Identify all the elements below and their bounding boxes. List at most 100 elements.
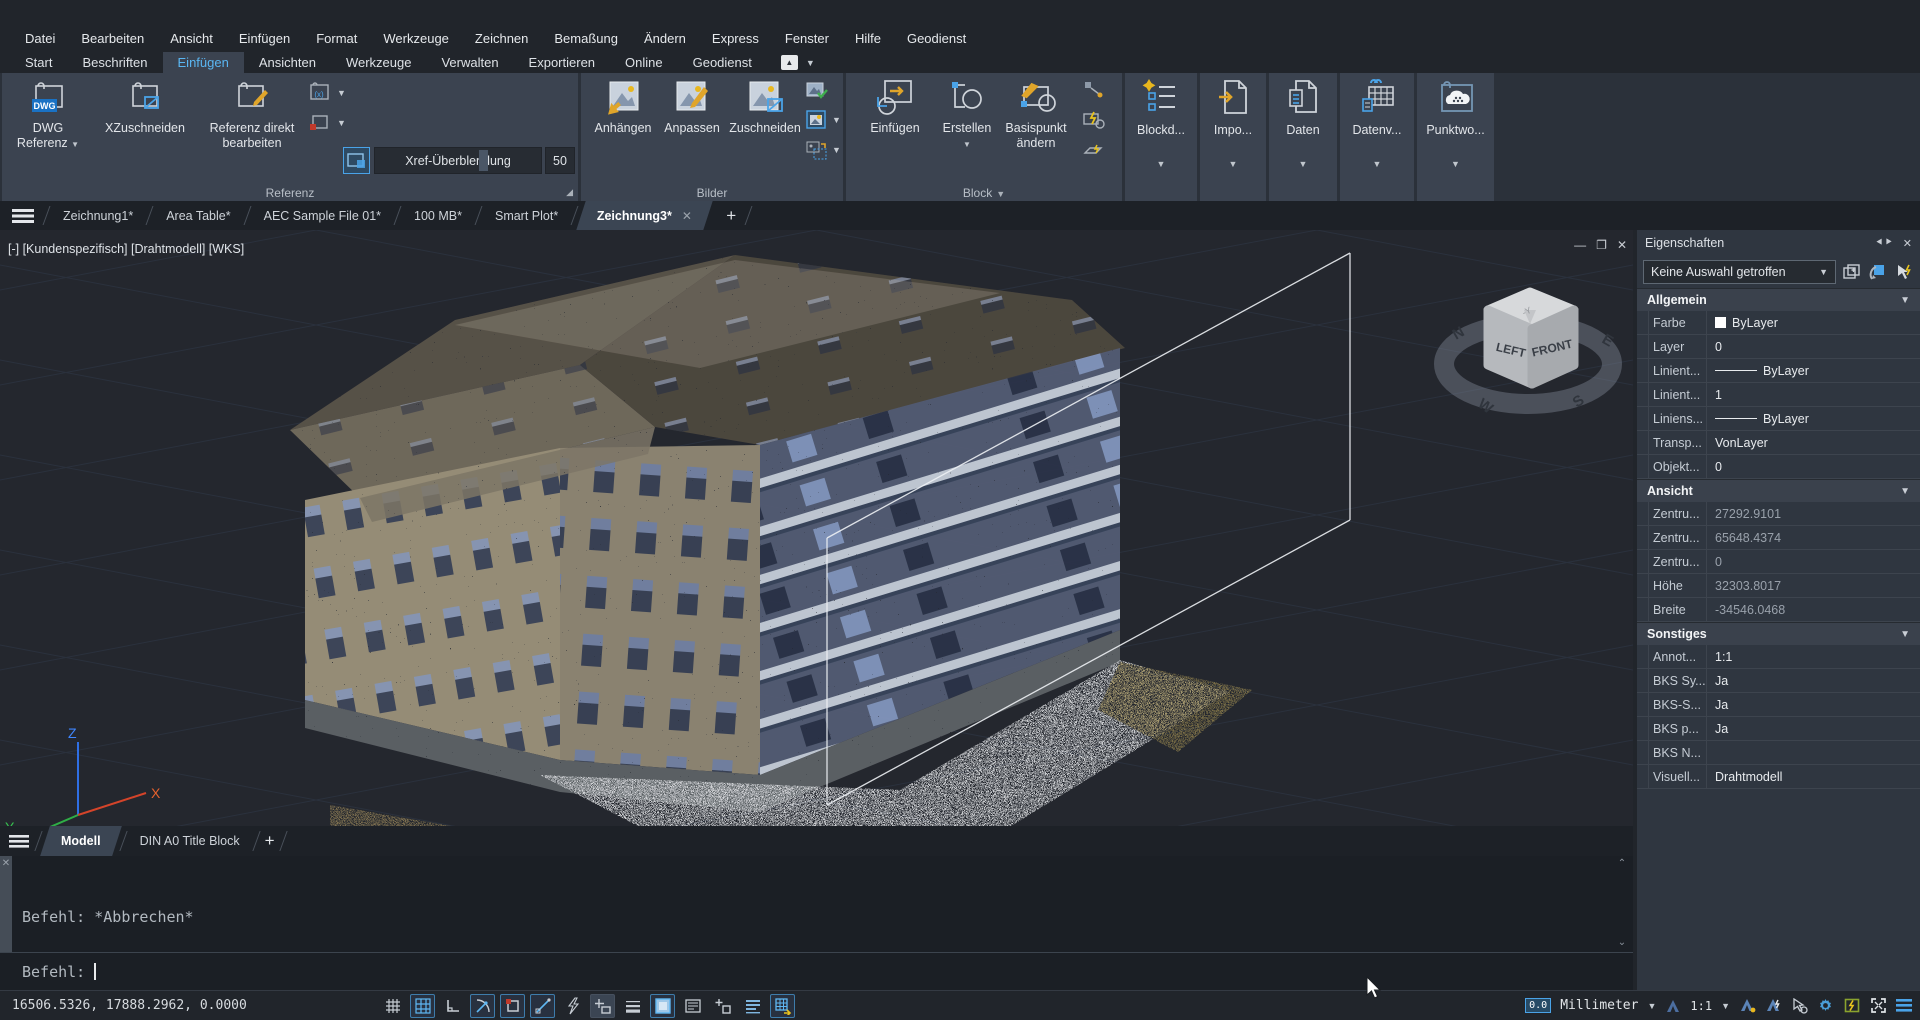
panel-expand-chevron[interactable]: ▼ [1340, 159, 1414, 169]
xref-layer-button[interactable]: ▼ [308, 111, 346, 135]
doc-tab-100mb[interactable]: 100 MB* [398, 201, 478, 230]
dwg-referenz-button[interactable]: DWG DWG Referenz ▼ [6, 77, 90, 152]
menu-fenster[interactable]: Fenster [772, 27, 842, 50]
xzuschneiden-button[interactable]: XZuschneiden [94, 77, 196, 136]
menu-express[interactable]: Express [699, 27, 772, 50]
menu-werkzeuge[interactable]: Werkzeuge [370, 27, 462, 50]
ribbon-tab-einfuegen[interactable]: Einfügen [163, 52, 244, 73]
tab-close-icon[interactable]: ✕ [682, 209, 692, 223]
ribbon-collapse-button[interactable]: ▲ [781, 55, 798, 70]
status-lineweight-toggle[interactable] [620, 994, 645, 1018]
annotation-autoscale-icon[interactable] [1765, 998, 1782, 1013]
block-erstellen-button[interactable]: Erstellen ▼ [932, 77, 1002, 152]
viewport-canvas[interactable]: N W S E -Y LEFT FRONT Z X Y [0, 230, 1633, 826]
menu-ansicht[interactable]: Ansicht [157, 27, 226, 50]
panel-expand-chevron[interactable]: ▼ [1200, 159, 1266, 169]
image-show-button[interactable] [805, 79, 829, 101]
property-row-objekthoehe[interactable]: Objekt... 0 [1637, 455, 1920, 479]
quick-select-icon[interactable] [1842, 263, 1862, 281]
coordinates-readout[interactable]: 16506.5326, 17888.2962, 0.0000 [12, 998, 312, 1013]
doc-tab-zeichnung1[interactable]: Zeichnung1* [47, 201, 149, 230]
bild-anpassen-button[interactable]: Anpassen [659, 77, 725, 136]
annotation-scale-icon[interactable] [1665, 999, 1681, 1013]
xref-fade-toggle[interactable] [343, 147, 370, 174]
status-polar-toggle[interactable] [470, 994, 495, 1018]
command-scrollbar[interactable]: ⌃ ⌄ [1615, 858, 1629, 948]
ribbon-tab-geodienst[interactable]: Geodienst [678, 52, 767, 73]
block-attribute-button[interactable] [1082, 79, 1106, 101]
ribbon-tab-online[interactable]: Online [610, 52, 678, 73]
property-row-zentrum-z[interactable]: Zentru... 0 [1637, 550, 1920, 574]
toggle-pickadd-icon[interactable] [1894, 263, 1914, 281]
section-ansicht[interactable]: Ansicht▼ [1637, 479, 1920, 502]
new-document-tab-button[interactable]: + [714, 201, 748, 230]
ribbon-panel-datenverknuepfung[interactable]: Datenv... ▼ [1340, 73, 1414, 201]
property-row-hoehe[interactable]: Höhe 32303.8017 [1637, 574, 1920, 598]
status-tablet-toggle[interactable] [770, 994, 795, 1018]
selection-cycling-icon[interactable] [1791, 998, 1808, 1014]
menu-bemassung[interactable]: Bemaßung [541, 27, 631, 50]
scale-dropdown-chevron[interactable]: ▼ [1721, 1001, 1730, 1011]
dropdown-chevron[interactable]: ▼ [832, 145, 841, 155]
units-selector[interactable]: Millimeter [1560, 998, 1638, 1013]
block-flatten-button[interactable] [1082, 139, 1106, 161]
property-row-breite[interactable]: Breite -34546.0468 [1637, 598, 1920, 622]
menu-geodienst[interactable]: Geodienst [894, 27, 979, 50]
scroll-down-icon[interactable]: ⌄ [1618, 937, 1626, 948]
status-snap-toggle[interactable] [410, 994, 435, 1018]
status-esnap-toggle[interactable] [500, 994, 525, 1018]
ribbon-tab-werkzeuge[interactable]: Werkzeuge [331, 52, 427, 73]
ribbon-tab-exportieren[interactable]: Exportieren [514, 52, 610, 73]
status-grid-display-toggle[interactable] [380, 994, 405, 1018]
ribbon-panel-blockdefinition[interactable]: Blockd... ▼ [1125, 73, 1197, 201]
status-ruler-toggle[interactable] [740, 994, 765, 1018]
property-row-linientyp[interactable]: Linient... ByLayer [1637, 359, 1920, 383]
block-basispunkt-button[interactable]: Basispunkt ändern [996, 77, 1076, 151]
image-frame-button[interactable]: ▼ [805, 109, 841, 131]
viewport-controls-label[interactable]: [-] [Kundenspezifisch] [Drahtmodell] [WK… [8, 242, 244, 256]
panel-expand-chevron[interactable]: ▼ [1125, 159, 1197, 169]
dynamic-dimension-toggle[interactable]: 0.0 [1525, 998, 1551, 1013]
xref-frame-button[interactable]: (x) ▼ [308, 81, 346, 105]
status-transparency-toggle[interactable] [650, 994, 675, 1018]
property-row-annotation[interactable]: Annot... 1:1 [1637, 645, 1920, 669]
ribbon-tab-ansichten[interactable]: Ansichten [244, 52, 331, 73]
property-row-bks-name[interactable]: BKS N... [1637, 741, 1920, 765]
status-etrack-toggle[interactable] [530, 994, 555, 1018]
bild-anhaengen-button[interactable]: Anhängen [589, 77, 657, 136]
scroll-up-icon[interactable]: ⌃ [1618, 858, 1626, 869]
block-sync-button[interactable] [1082, 109, 1106, 131]
status-dynamic-ucs-toggle[interactable] [590, 994, 615, 1018]
units-dropdown-chevron[interactable]: ▼ [1647, 1001, 1656, 1011]
select-objects-icon[interactable] [1868, 263, 1888, 281]
property-row-layer[interactable]: Layer 0 [1637, 335, 1920, 359]
fullscreen-icon[interactable] [1870, 997, 1887, 1014]
annotation-scale-value[interactable]: 1:1 [1690, 999, 1712, 1013]
referenz-bearbeiten-button[interactable]: Referenz direkt bearbeiten [198, 77, 306, 151]
panel-launcher-icon[interactable]: ◢ [566, 187, 573, 198]
dropdown-chevron[interactable]: ▼ [832, 115, 841, 125]
block-einfuegen-button[interactable]: Einfügen [860, 77, 930, 136]
doc-tab-aec-sample[interactable]: AEC Sample File 01* [248, 201, 397, 230]
view-cube[interactable]: N W S E -Y LEFT FRONT [1444, 292, 1616, 418]
ribbon-tab-beschriften[interactable]: Beschriften [67, 52, 162, 73]
doc-tab-area-table[interactable]: Area Table* [150, 201, 246, 230]
image-quality-button[interactable]: ▼ [805, 139, 841, 161]
ribbon-options-chevron[interactable]: ▼ [806, 58, 815, 68]
command-prompt[interactable]: Befehl: [0, 952, 1633, 990]
menu-bearbeiten[interactable]: Bearbeiten [68, 27, 157, 50]
command-window[interactable]: ✕ Befehl: *Abbrechen* Befehl: Befehl: _.… [0, 856, 1633, 952]
property-row-visueller-stil[interactable]: Visuell... Drahtmodell [1637, 765, 1920, 789]
property-row-farbe[interactable]: Farbe ByLayer [1637, 311, 1920, 335]
property-row-zentrum-y[interactable]: Zentru... 65648.4374 [1637, 526, 1920, 550]
slider-handle[interactable] [479, 150, 488, 171]
viewport-close-icon[interactable]: ✕ [1617, 238, 1627, 252]
section-sonstiges[interactable]: Sonstiges▼ [1637, 622, 1920, 645]
status-ortho-toggle[interactable] [440, 994, 465, 1018]
xref-fade-slider[interactable]: Xref-Überblendung [374, 147, 542, 174]
ribbon-tab-verwalten[interactable]: Verwalten [426, 52, 513, 73]
ribbon-tab-start[interactable]: Start [10, 52, 67, 73]
menu-hilfe[interactable]: Hilfe [842, 27, 894, 50]
ribbon-panel-punktwolke[interactable]: Punktwo... ▼ [1417, 73, 1494, 201]
menu-einfuegen[interactable]: Einfügen [226, 27, 303, 50]
